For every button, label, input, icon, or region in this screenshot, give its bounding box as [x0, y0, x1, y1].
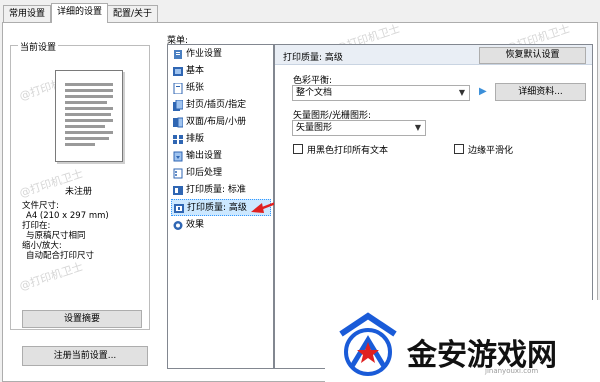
current-settings-title: 当前设置: [18, 40, 59, 53]
details-button[interactable]: 详细资料...: [495, 83, 586, 101]
menu-item-output[interactable]: 输出设置: [171, 148, 271, 165]
black-text-label: 用黑色打印所有文本: [307, 146, 389, 156]
chevron-down-icon: ▼: [458, 88, 466, 97]
menu-item-basic[interactable]: 基本: [171, 63, 271, 80]
tab-config-about[interactable]: 配置/关于: [107, 5, 159, 22]
register-settings-button[interactable]: 注册当前设置...: [22, 346, 148, 366]
menu-item-label: 打印质量: 高级: [187, 203, 247, 213]
info-value-paper-size: A4 (210 x 297 mm): [26, 211, 109, 221]
menu-item-imposition[interactable]: 排版: [171, 131, 271, 148]
info-value-print-on: 与原稿尺寸相同: [26, 231, 86, 241]
menu-item-label: 排版: [186, 134, 205, 144]
color-balance-select[interactable]: 整个文档 ▼: [292, 85, 470, 101]
effects-icon: [173, 220, 183, 231]
restore-defaults-button[interactable]: 恢复默认设置: [479, 47, 586, 64]
vector-raster-select[interactable]: 矢量图形 ▼: [292, 120, 426, 136]
menu-item-finishing[interactable]: 印后处理: [171, 165, 271, 182]
black-text-checkbox[interactable]: [293, 144, 303, 154]
menu-item-label: 印后处理: [186, 168, 223, 178]
pane-title: 打印质量: 高级: [283, 53, 343, 63]
info-label-print-on: 打印在:: [22, 221, 51, 231]
menu-item-duplex[interactable]: 双面/布局/小册: [171, 114, 271, 131]
settings-info: 文件尺寸: A4 (210 x 297 mm) 打印在: 与原稿尺寸相同 缩小/…: [22, 201, 109, 261]
duplex-icon: [173, 117, 184, 128]
paper-icon: [173, 82, 183, 95]
info-label-zoom: 缩小/放大:: [22, 241, 62, 251]
registration-status: 未注册: [65, 187, 93, 197]
info-value-zoom: 自动配合打印尺寸: [26, 251, 95, 261]
edge-smoothing-checkbox[interactable]: [454, 144, 464, 154]
settings-summary-button[interactable]: 设置摘要: [22, 310, 142, 328]
menu-item-label: 作业设置: [186, 49, 223, 59]
tab-detailed-settings[interactable]: 详细的设置: [51, 3, 109, 23]
menu-item-label: 纸张: [186, 83, 205, 93]
brand-emblem-icon: [339, 312, 397, 376]
info-label-paper-size: 文件尺寸:: [22, 201, 59, 211]
document-preview-icon: [55, 70, 123, 162]
job-settings-icon: [173, 49, 183, 60]
menu-item-label: 双面/布局/小册: [186, 117, 247, 127]
menu-item-label: 效果: [186, 220, 205, 230]
vector-raster-value: 矢量图形: [296, 123, 333, 133]
menu-item-label: 输出设置: [186, 151, 223, 161]
cover-icon: [173, 99, 184, 111]
play-arrow-icon: ▶: [479, 86, 487, 97]
chevron-down-icon: ▼: [414, 123, 422, 132]
edge-smoothing-label: 边缘平滑化: [468, 146, 514, 156]
brand-logo: 金安游戏网 jinanyouxi.com: [325, 300, 600, 382]
menu-item-paper[interactable]: 纸张: [171, 80, 271, 97]
menu-item-label: 封页/插页/指定: [186, 100, 247, 110]
imposition-icon: [173, 134, 183, 145]
quality-standard-icon: [173, 185, 183, 196]
color-balance-value: 整个文档: [296, 88, 333, 98]
menu-item-cover[interactable]: 封页/插页/指定: [171, 97, 271, 114]
finishing-icon: [173, 168, 183, 179]
tab-common-settings[interactable]: 常用设置: [3, 5, 52, 22]
menu-item-effects[interactable]: 效果: [171, 217, 271, 234]
quality-advanced-icon: [174, 203, 184, 214]
menu-item-label: 打印质量: 标准: [186, 185, 246, 195]
basic-icon: [173, 66, 183, 77]
brand-url: jinanyouxi.com: [485, 367, 539, 375]
menu-item-label: 基本: [186, 66, 205, 76]
output-icon: [173, 151, 183, 162]
menu-item-job-settings[interactable]: 作业设置: [171, 46, 271, 63]
